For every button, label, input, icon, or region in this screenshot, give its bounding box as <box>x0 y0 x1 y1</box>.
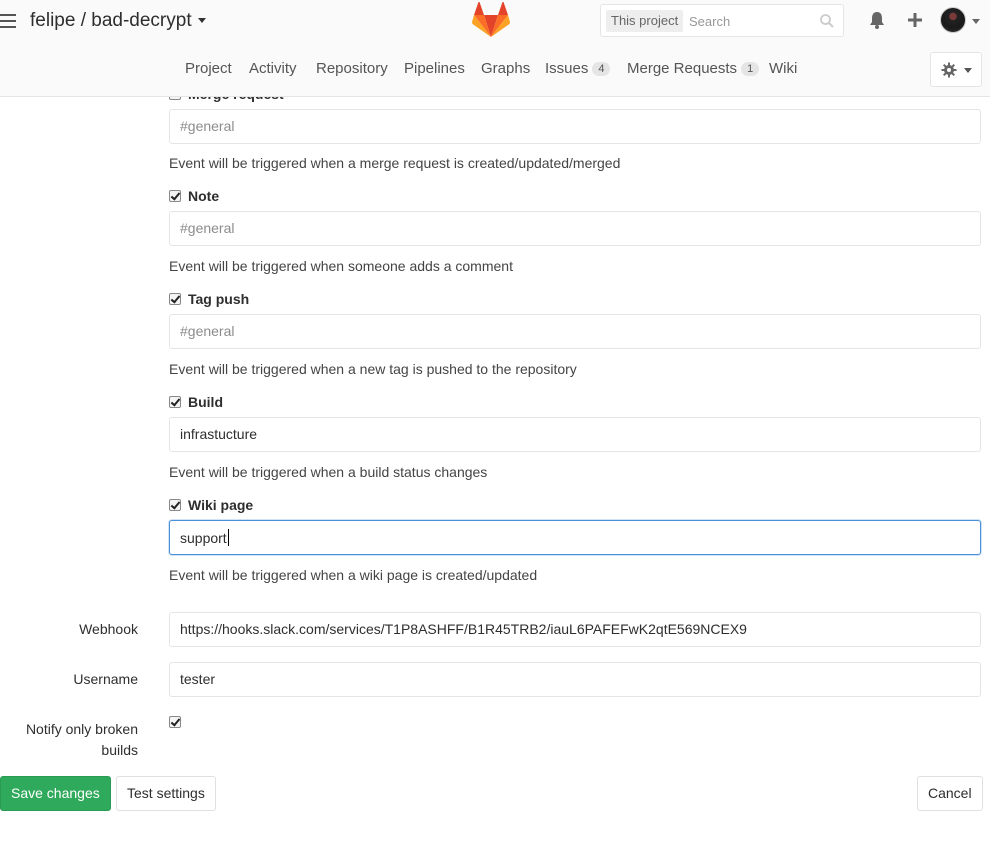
merge-request-channel-input[interactable]: #general <box>169 109 981 144</box>
gitlab-logo-icon[interactable] <box>472 2 510 38</box>
search-icon <box>820 14 834 28</box>
tag-push-checkbox[interactable] <box>169 293 181 305</box>
nav-repository[interactable]: Repository <box>316 60 388 77</box>
chevron-down-icon <box>964 68 972 73</box>
notify-broken-label-line1: Notify only broken <box>25 721 138 737</box>
wiki-page-channel-value-wrap: support <box>180 529 229 546</box>
nav-project[interactable]: Project <box>185 60 232 77</box>
project-settings-dropdown[interactable] <box>930 52 982 87</box>
notifications-bell-icon[interactable] <box>867 10 887 30</box>
wiki-page-channel-input[interactable]: support <box>169 520 981 555</box>
cancel-button[interactable]: Cancel <box>917 776 983 811</box>
tag-push-channel-input[interactable]: #general <box>169 314 981 349</box>
tag-push-channel-placeholder: #general <box>180 323 235 339</box>
webhook-label: Webhook <box>79 621 138 637</box>
text-cursor <box>227 529 229 546</box>
project-path: felipe / bad-decrypt <box>30 10 192 31</box>
build-checkbox[interactable] <box>169 396 181 408</box>
tag-push-help-text: Event will be triggered when a new tag i… <box>169 361 577 377</box>
user-avatar[interactable] <box>940 7 966 33</box>
service-settings-form: Merge request #general Event will be tri… <box>0 0 990 848</box>
project-nav: Project Activity Repository Pipelines Gr… <box>0 47 990 91</box>
menu-icon[interactable] <box>0 14 16 28</box>
notify-broken-label: Notify only broken builds <box>26 719 138 761</box>
issues-count-badge: 4 <box>592 62 611 76</box>
top-header: felipe / bad-decrypt This project Projec… <box>0 0 990 97</box>
build-channel-input[interactable]: infrastucture <box>169 417 981 452</box>
search-scope-badge[interactable]: This project <box>606 10 684 32</box>
nav-issues-label: Issues <box>545 60 589 77</box>
note-help-text: Event will be triggered when someone add… <box>169 258 513 274</box>
search-input[interactable] <box>689 10 819 32</box>
build-help-text: Event will be triggered when a build sta… <box>169 464 488 480</box>
wiki-page-label: Wiki page <box>188 497 254 513</box>
webhook-input[interactable]: https://hooks.slack.com/services/T1P8ASH… <box>169 612 981 647</box>
merge-requests-count-badge: 1 <box>741 62 760 76</box>
merge-request-channel-placeholder: #general <box>180 118 235 134</box>
build-label: Build <box>188 394 223 410</box>
search-box[interactable]: This project <box>600 4 844 37</box>
note-checkbox[interactable] <box>169 190 181 202</box>
wiki-page-checkbox[interactable] <box>169 499 181 511</box>
avatar-chevron-down-icon[interactable] <box>972 19 980 24</box>
note-label: Note <box>188 188 220 204</box>
username-input[interactable]: tester <box>169 662 981 697</box>
nav-pipelines[interactable]: Pipelines <box>404 60 465 77</box>
wiki-page-channel-value: support <box>180 530 227 546</box>
nav-graphs[interactable]: Graphs <box>481 60 530 77</box>
notify-broken-label-line2: builds <box>101 742 138 758</box>
build-channel-value: infrastucture <box>180 426 258 442</box>
new-item-plus-icon[interactable] <box>905 10 925 30</box>
tag-push-label: Tag push <box>188 291 250 307</box>
gear-icon <box>941 62 957 78</box>
note-channel-input[interactable]: #general <box>169 211 981 246</box>
save-changes-button[interactable]: Save changes <box>0 776 111 811</box>
nav-issues[interactable]: Issues 4 <box>545 60 611 77</box>
nav-merge-requests[interactable]: Merge Requests 1 <box>627 60 760 77</box>
nav-wiki[interactable]: Wiki <box>769 60 797 77</box>
nav-merge-requests-label: Merge Requests <box>627 60 738 77</box>
merge-request-help-text: Event will be triggered when a merge req… <box>169 155 621 171</box>
note-channel-placeholder: #general <box>180 220 235 236</box>
username-label: Username <box>73 671 138 687</box>
webhook-value: https://hooks.slack.com/services/T1P8ASH… <box>180 621 747 637</box>
username-value: tester <box>180 671 216 687</box>
notify-broken-checkbox[interactable] <box>169 716 181 728</box>
test-settings-button[interactable]: Test settings <box>116 776 216 811</box>
chevron-down-icon <box>197 18 206 24</box>
project-title[interactable]: felipe / bad-decrypt <box>30 10 206 32</box>
nav-activity[interactable]: Activity <box>249 60 297 77</box>
wiki-page-help-text: Event will be triggered when a wiki page… <box>169 567 538 583</box>
